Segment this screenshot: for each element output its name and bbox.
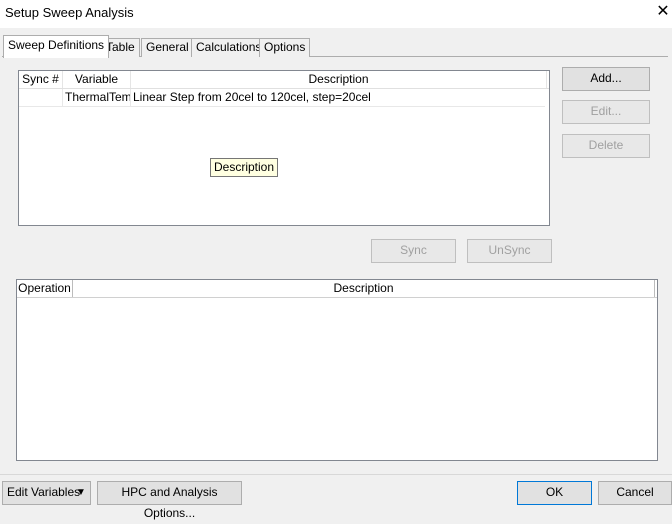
column-header-description[interactable]: Description	[131, 71, 547, 88]
column-header-operation-description[interactable]: Description	[73, 280, 655, 297]
tab-options[interactable]: Options	[259, 38, 311, 57]
operation-table-header: Operation Description	[17, 280, 657, 298]
table-row[interactable]: ThermalTemp Linear Step from 20cel to 12…	[19, 89, 545, 107]
unsync-button[interactable]: UnSync	[467, 239, 552, 263]
add-button[interactable]: Add...	[562, 67, 650, 91]
hpc-analysis-options-button[interactable]: HPC and Analysis Options...	[97, 481, 242, 520]
tab-sweep-definitions[interactable]: Sweep Definitions	[3, 35, 110, 58]
sweep-table-header: Sync # Variable Description	[19, 71, 549, 89]
sweep-definitions-list[interactable]: Sync # Variable Description ThermalTemp …	[18, 70, 550, 226]
operation-list[interactable]: Operation Description	[16, 279, 658, 461]
dropdown-arrow-icon: ▼	[76, 487, 86, 498]
column-header-sync[interactable]: Sync #	[19, 71, 63, 88]
delete-button[interactable]: Delete	[562, 134, 650, 158]
window-title: Setup Sweep Analysis	[5, 5, 134, 20]
edit-button[interactable]: Edit...	[562, 100, 650, 124]
ok-button[interactable]: OK	[517, 481, 592, 505]
tab-calculations[interactable]: Calculations	[191, 38, 267, 57]
row-variable-cell: ThermalTemp	[65, 89, 131, 106]
sync-button[interactable]: Sync	[371, 239, 456, 263]
close-icon[interactable]: ✕	[656, 3, 670, 21]
description-tooltip: Description	[210, 158, 279, 177]
edit-variables-button[interactable]: Edit Variables ▼	[2, 481, 91, 505]
row-sync-cell	[19, 89, 63, 106]
tab-general[interactable]: General	[141, 38, 194, 57]
edit-variables-label: Edit Variables	[7, 485, 81, 499]
row-description-cell: Linear Step from 20cel to 120cel, step=2…	[133, 90, 371, 104]
column-header-variable[interactable]: Variable	[63, 71, 131, 88]
cancel-button[interactable]: Cancel	[598, 481, 672, 505]
column-header-operation[interactable]: Operation	[17, 280, 73, 297]
